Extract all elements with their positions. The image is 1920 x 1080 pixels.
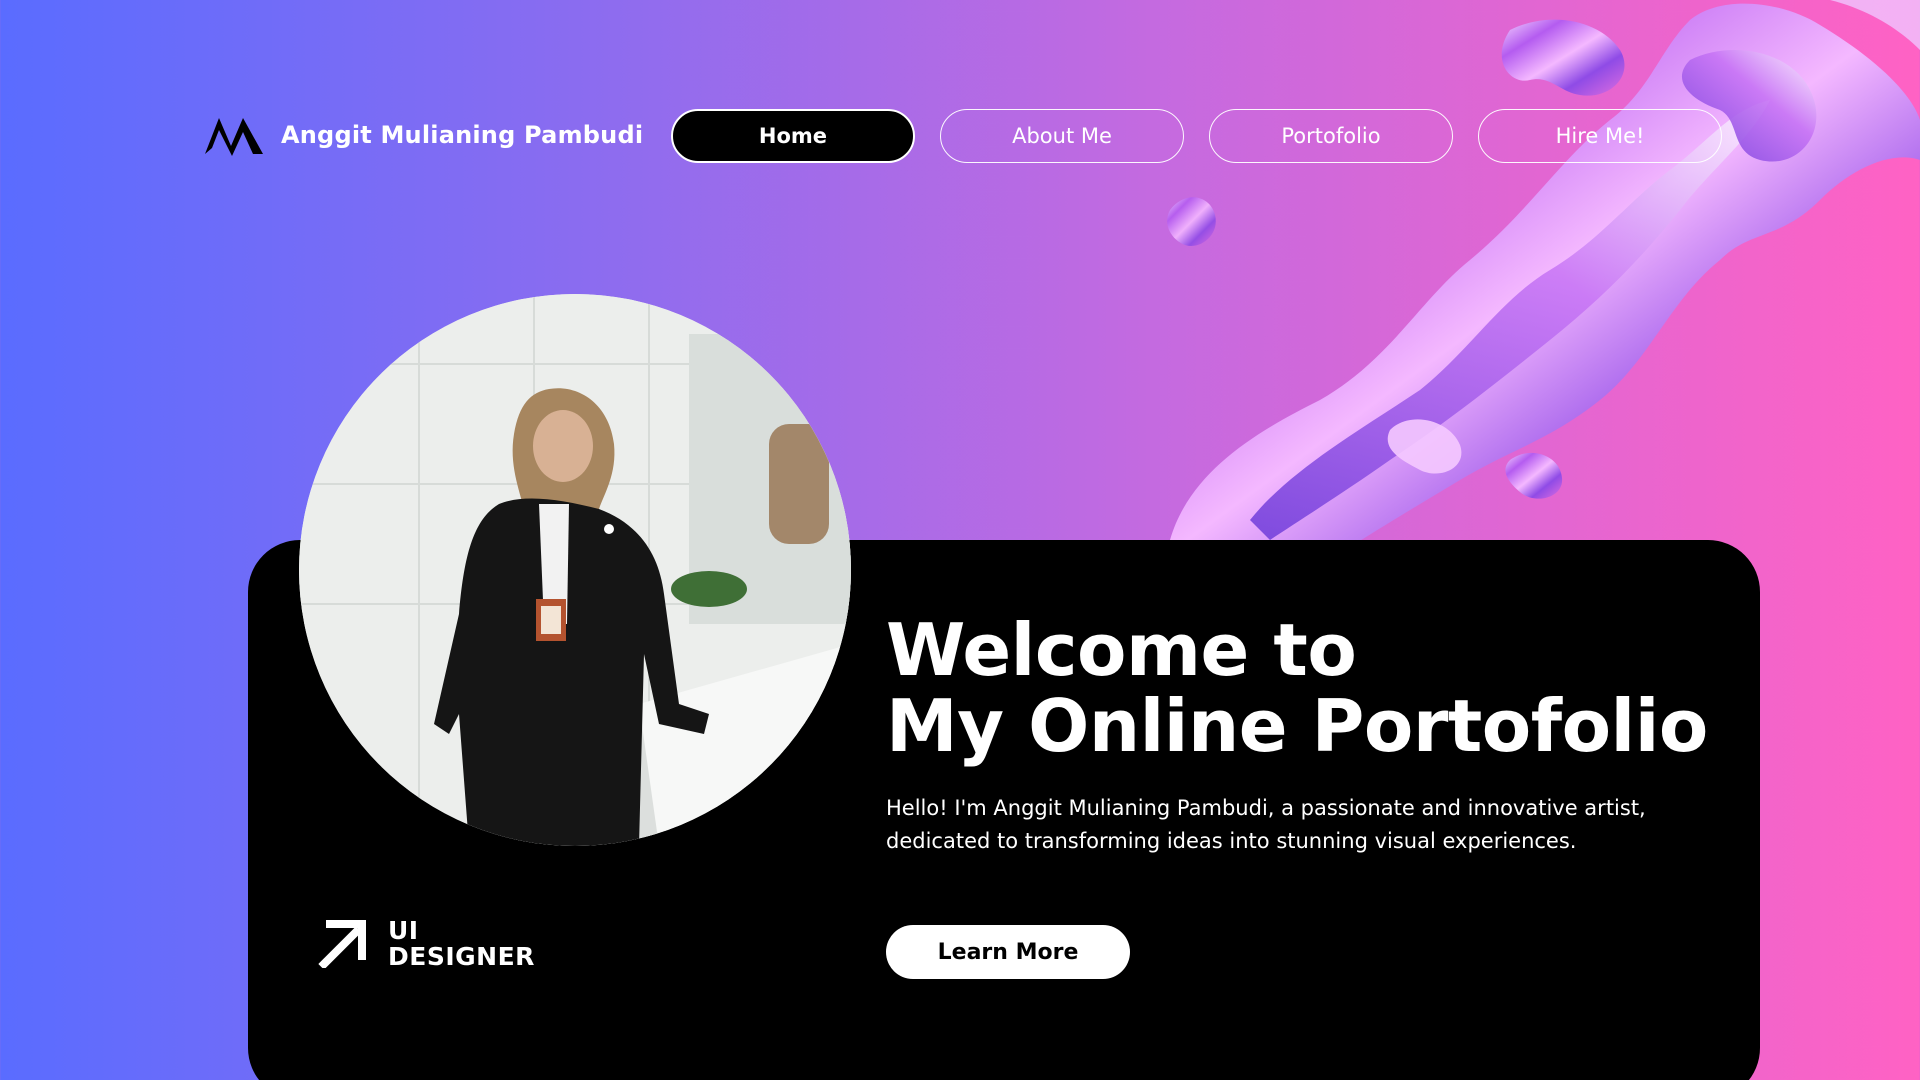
profile-photo-illustration <box>299 294 851 846</box>
nav-about-button[interactable]: About Me <box>940 109 1184 163</box>
arrow-up-right-icon <box>318 920 366 968</box>
role-line-1: UI <box>388 916 419 945</box>
headline-line-2: My Online Portofolio <box>886 684 1708 768</box>
learn-more-button[interactable]: Learn More <box>886 925 1130 979</box>
brand-name: Anggit Mulianing Pambudi <box>281 121 644 149</box>
role-text: UI DESIGNER <box>388 918 535 970</box>
role-badge: UI DESIGNER <box>318 918 535 970</box>
nav-portfolio-button[interactable]: Portofolio <box>1209 109 1453 163</box>
brand[interactable]: Anggit Mulianing Pambudi <box>203 112 643 158</box>
main-nav: Home About Me Portofolio Hire Me! <box>671 109 1722 163</box>
headline-line-1: Welcome to <box>886 608 1357 692</box>
mountain-m-logo-icon <box>205 118 263 156</box>
hero-intro: Hello! I'm Anggit Mulianing Pambudi, a p… <box>886 796 1646 853</box>
profile-photo <box>299 294 851 846</box>
liquid-chrome-blob <box>1160 0 1920 560</box>
role-line-2: DESIGNER <box>388 942 535 971</box>
nav-hire-button[interactable]: Hire Me! <box>1478 109 1722 163</box>
nav-home-button[interactable]: Home <box>671 109 915 163</box>
hero-headline: Welcome to My Online Portofolio <box>886 612 1708 764</box>
